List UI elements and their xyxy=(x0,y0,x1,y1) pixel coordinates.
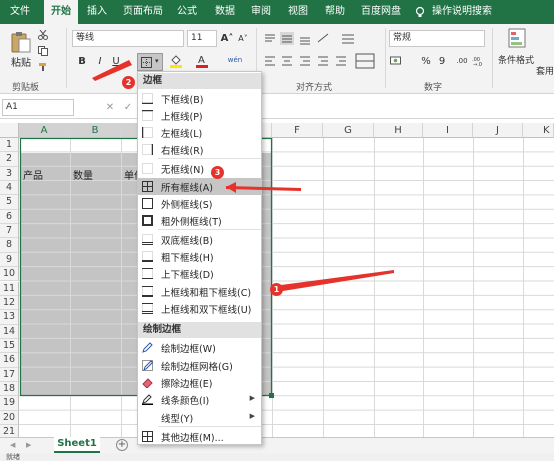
annotation-badge-1: 1 xyxy=(270,283,283,296)
annotation-badge-2: 2 xyxy=(122,76,135,89)
annotation-arrows xyxy=(92,60,394,291)
annotation-badge-3: 3 xyxy=(211,166,224,179)
